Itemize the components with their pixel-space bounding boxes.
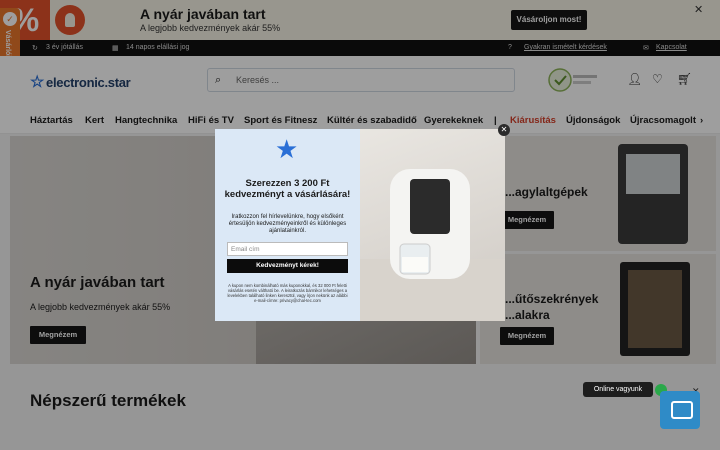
modal-fine-print: A kupon nem kombinálható más kuponokkal,… <box>227 283 348 303</box>
modal-close-icon[interactable]: ✕ <box>498 124 510 136</box>
online-status-label: Online vagyunk <box>583 382 653 397</box>
chat-button[interactable] <box>660 391 700 429</box>
star-icon: ★ <box>275 134 299 164</box>
modal-text: Iratkozzon fel hírlevelünkre, hogy elsők… <box>228 214 347 234</box>
discount-submit-button[interactable]: Kedvezményt kérek! <box>227 259 348 273</box>
email-field[interactable] <box>227 242 348 256</box>
modal-product-image <box>360 129 505 321</box>
soy-milk-maker-image <box>360 169 505 321</box>
modal-title: Szerezzen 3 200 Ft kedvezményt a vásárlá… <box>224 178 351 200</box>
